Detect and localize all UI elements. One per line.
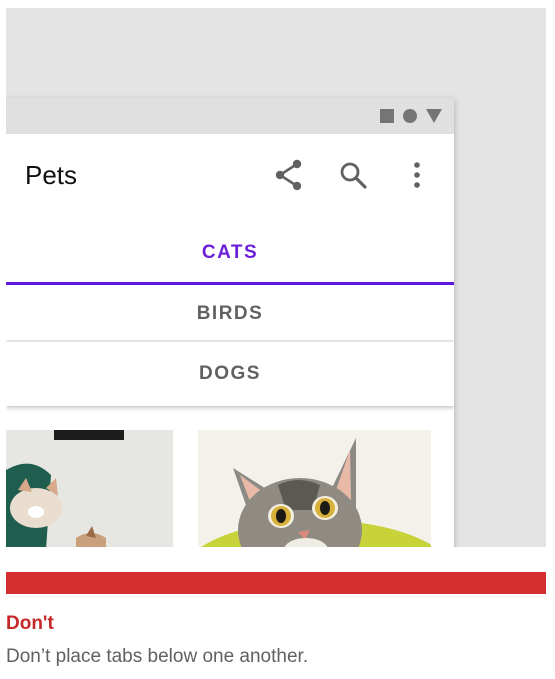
overflow-menu-button[interactable] [400, 158, 434, 192]
cat-photo-left-image [6, 430, 173, 547]
tab-dogs-label: DOGS [199, 363, 261, 384]
top-app-bar: Pets [6, 134, 454, 214]
share-button[interactable] [272, 158, 306, 192]
more-vert-icon [414, 162, 420, 188]
dont-description: Don’t place tabs below one another. [6, 646, 309, 667]
cat-photo-left[interactable] [6, 430, 173, 547]
stop-square-icon [380, 109, 394, 123]
tab-birds-label: BIRDS [196, 303, 264, 324]
circle-icon [403, 109, 417, 123]
status-icons [380, 108, 442, 124]
share-icon [275, 159, 302, 191]
tab-selected-indicator [6, 282, 454, 285]
status-bar [6, 98, 454, 134]
tab-dogs[interactable]: DOGS [6, 342, 454, 406]
search-icon [340, 162, 367, 189]
app-actions [242, 158, 434, 192]
search-button[interactable] [336, 158, 370, 192]
example-stage: Pets CATS BIRDS DOGS [6, 8, 546, 547]
dont-indicator-bar [6, 572, 546, 594]
cat-photo-right-image [198, 430, 431, 547]
phone-frame: Pets CATS BIRDS DOGS [6, 98, 454, 547]
app-title: Pets [25, 160, 78, 190]
content-grid [6, 414, 454, 547]
tab-birds[interactable]: BIRDS [6, 288, 454, 340]
dont-label: Don't [6, 613, 54, 634]
tab-cats[interactable]: CATS [6, 220, 454, 285]
tab-cats-label: CATS [201, 241, 259, 263]
triangle-icon [426, 109, 442, 123]
cat-photo-right[interactable] [198, 430, 431, 547]
